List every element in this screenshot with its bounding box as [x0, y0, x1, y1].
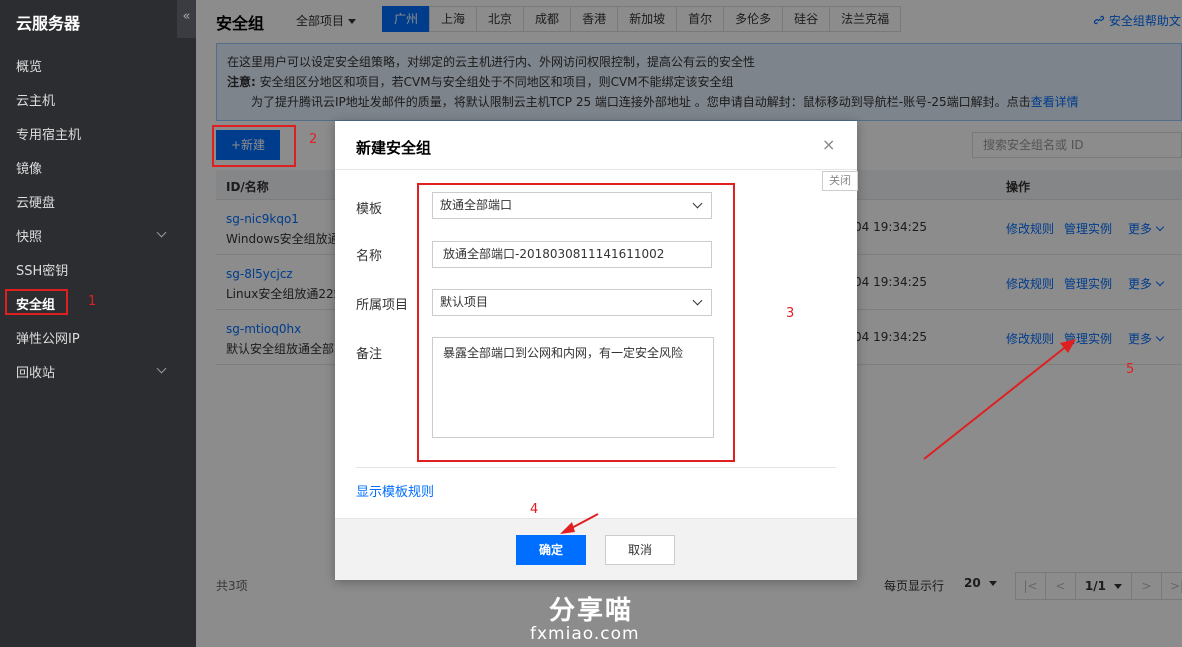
arrow-icon: [923, 339, 1076, 460]
annotation-arrows: [560, 339, 1076, 534]
watermark-url: fxmiao.com: [530, 624, 640, 644]
watermark-title: 分享喵: [549, 596, 634, 626]
arrow-icon: [560, 513, 599, 534]
